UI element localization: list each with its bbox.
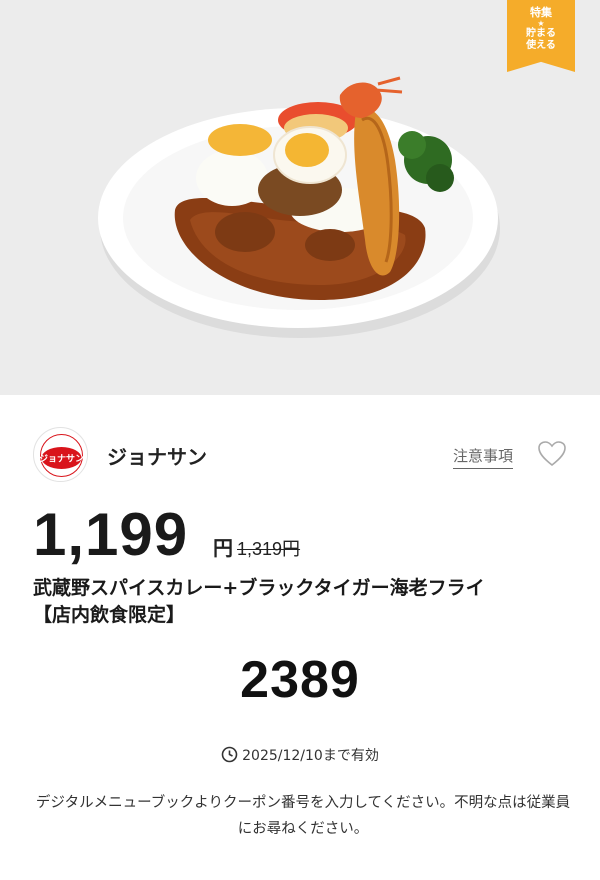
hero-image: 特集 ★ 貯まる 使える: [0, 0, 600, 395]
price-unit: 円: [213, 536, 233, 560]
notice-link[interactable]: 注意事項: [453, 445, 514, 469]
ribbon-line3: 貯まる 使える: [526, 28, 556, 51]
feature-ribbon-badge: 特集 ★ 貯まる 使える: [507, 0, 575, 72]
expiry-text: 2025/12/10まで有効: [242, 748, 379, 764]
instructions-text: デジタルメニューブックよりクーポン番号を入力してください。不明な点は従業員にお尋…: [35, 795, 571, 837]
product-title-line2: 【店内飲食限定】: [33, 604, 186, 626]
current-price: 1,199: [33, 501, 189, 568]
product-title-line1: 武蔵野スパイスカレー+ブラックタイガー海老フライ: [33, 577, 485, 599]
ribbon-line1: 特集: [530, 6, 552, 19]
coupon-code: 2389: [240, 651, 360, 709]
product-title: 武蔵野スパイスカレー+ブラックタイガー海老フライ 【店内飲食限定】: [33, 575, 573, 629]
logo-text: ジョナサン: [39, 454, 84, 465]
jonathan-logo-icon: ジョナサン: [35, 429, 87, 481]
favorite-heart-icon[interactable]: [537, 439, 567, 469]
ribbon-star: ★: [537, 19, 545, 28]
clock-icon: [221, 746, 238, 763]
original-price: 1,319円: [237, 539, 301, 559]
brand-name: ジョナサン: [107, 445, 207, 469]
brand-row: ジョナサン ジョナサン 注意事項: [33, 423, 573, 483]
coupon-card: ジョナサン ジョナサン 注意事項 1,199 円 1,319円 武蔵野スパイスカ…: [0, 395, 600, 880]
brand-logo: ジョナサン: [33, 427, 88, 482]
expiry-row: 2025/12/10まで有効: [0, 745, 600, 765]
price-row: 1,199 円 1,319円: [33, 500, 573, 570]
